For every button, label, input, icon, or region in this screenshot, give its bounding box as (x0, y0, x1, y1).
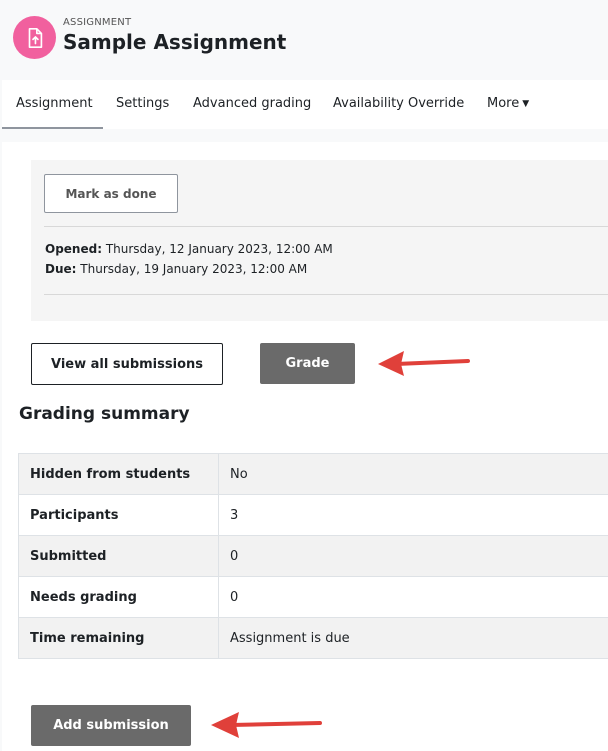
row-value: 3 (218, 494, 608, 536)
row-key: Time remaining (18, 617, 219, 659)
page-pretitle: ASSIGNMENT (63, 17, 132, 28)
table-row: Hidden from students No (18, 453, 608, 495)
table-row: Participants 3 (18, 494, 608, 536)
due-label: Due: (45, 262, 77, 276)
active-tab-indicator (2, 127, 103, 129)
row-value: 0 (218, 535, 608, 577)
chevron-down-icon: ▼ (522, 99, 530, 109)
activity-dates-panel: Mark as done Opened: Thursday, 12 Januar… (31, 160, 608, 321)
row-value: No (218, 453, 608, 495)
row-value: Assignment is due (218, 617, 608, 659)
grading-summary-table: Hidden from students No Participants 3 S… (18, 453, 608, 659)
row-key: Hidden from students (18, 453, 219, 495)
due-date: Due: Thursday, 19 January 2023, 12:00 AM (45, 262, 307, 276)
annotation-arrow-icon (378, 351, 470, 376)
opened-value: Thursday, 12 January 2023, 12:00 AM (105, 242, 333, 256)
view-all-submissions-button[interactable]: View all submissions (31, 343, 223, 385)
tab-more[interactable]: More ▼ (487, 96, 529, 111)
add-submission-button[interactable]: Add submission (31, 705, 191, 746)
row-key: Participants (18, 494, 219, 536)
grading-summary-heading: Grading summary (19, 404, 190, 424)
annotation-arrow-icon (211, 712, 322, 738)
tab-advanced-grading[interactable]: Advanced grading (193, 96, 311, 111)
document-upload-icon (28, 27, 42, 48)
row-value: 0 (218, 576, 608, 618)
main-content: Mark as done Opened: Thursday, 12 Januar… (2, 142, 608, 751)
divider (44, 294, 608, 295)
due-value: Thursday, 19 January 2023, 12:00 AM (80, 262, 308, 276)
divider (44, 226, 608, 227)
mark-as-done-button[interactable]: Mark as done (44, 174, 178, 213)
secondary-navigation: Assignment Settings Advanced grading Ava… (2, 80, 608, 129)
tab-availability-override[interactable]: Availability Override (333, 96, 464, 111)
opened-date: Opened: Thursday, 12 January 2023, 12:00… (45, 242, 333, 256)
opened-label: Opened: (45, 242, 102, 256)
table-row: Submitted 0 (18, 535, 608, 577)
assignment-icon (13, 16, 56, 59)
page-title: Sample Assignment (63, 30, 287, 54)
page-header: ASSIGNMENT Sample Assignment (0, 0, 608, 80)
tab-assignment[interactable]: Assignment (16, 96, 93, 111)
tab-more-label: More (487, 96, 520, 111)
grade-button[interactable]: Grade (260, 343, 355, 384)
table-row: Time remaining Assignment is due (18, 617, 608, 659)
tab-settings[interactable]: Settings (116, 96, 169, 111)
row-key: Submitted (18, 535, 219, 577)
row-key: Needs grading (18, 576, 219, 618)
table-row: Needs grading 0 (18, 576, 608, 618)
